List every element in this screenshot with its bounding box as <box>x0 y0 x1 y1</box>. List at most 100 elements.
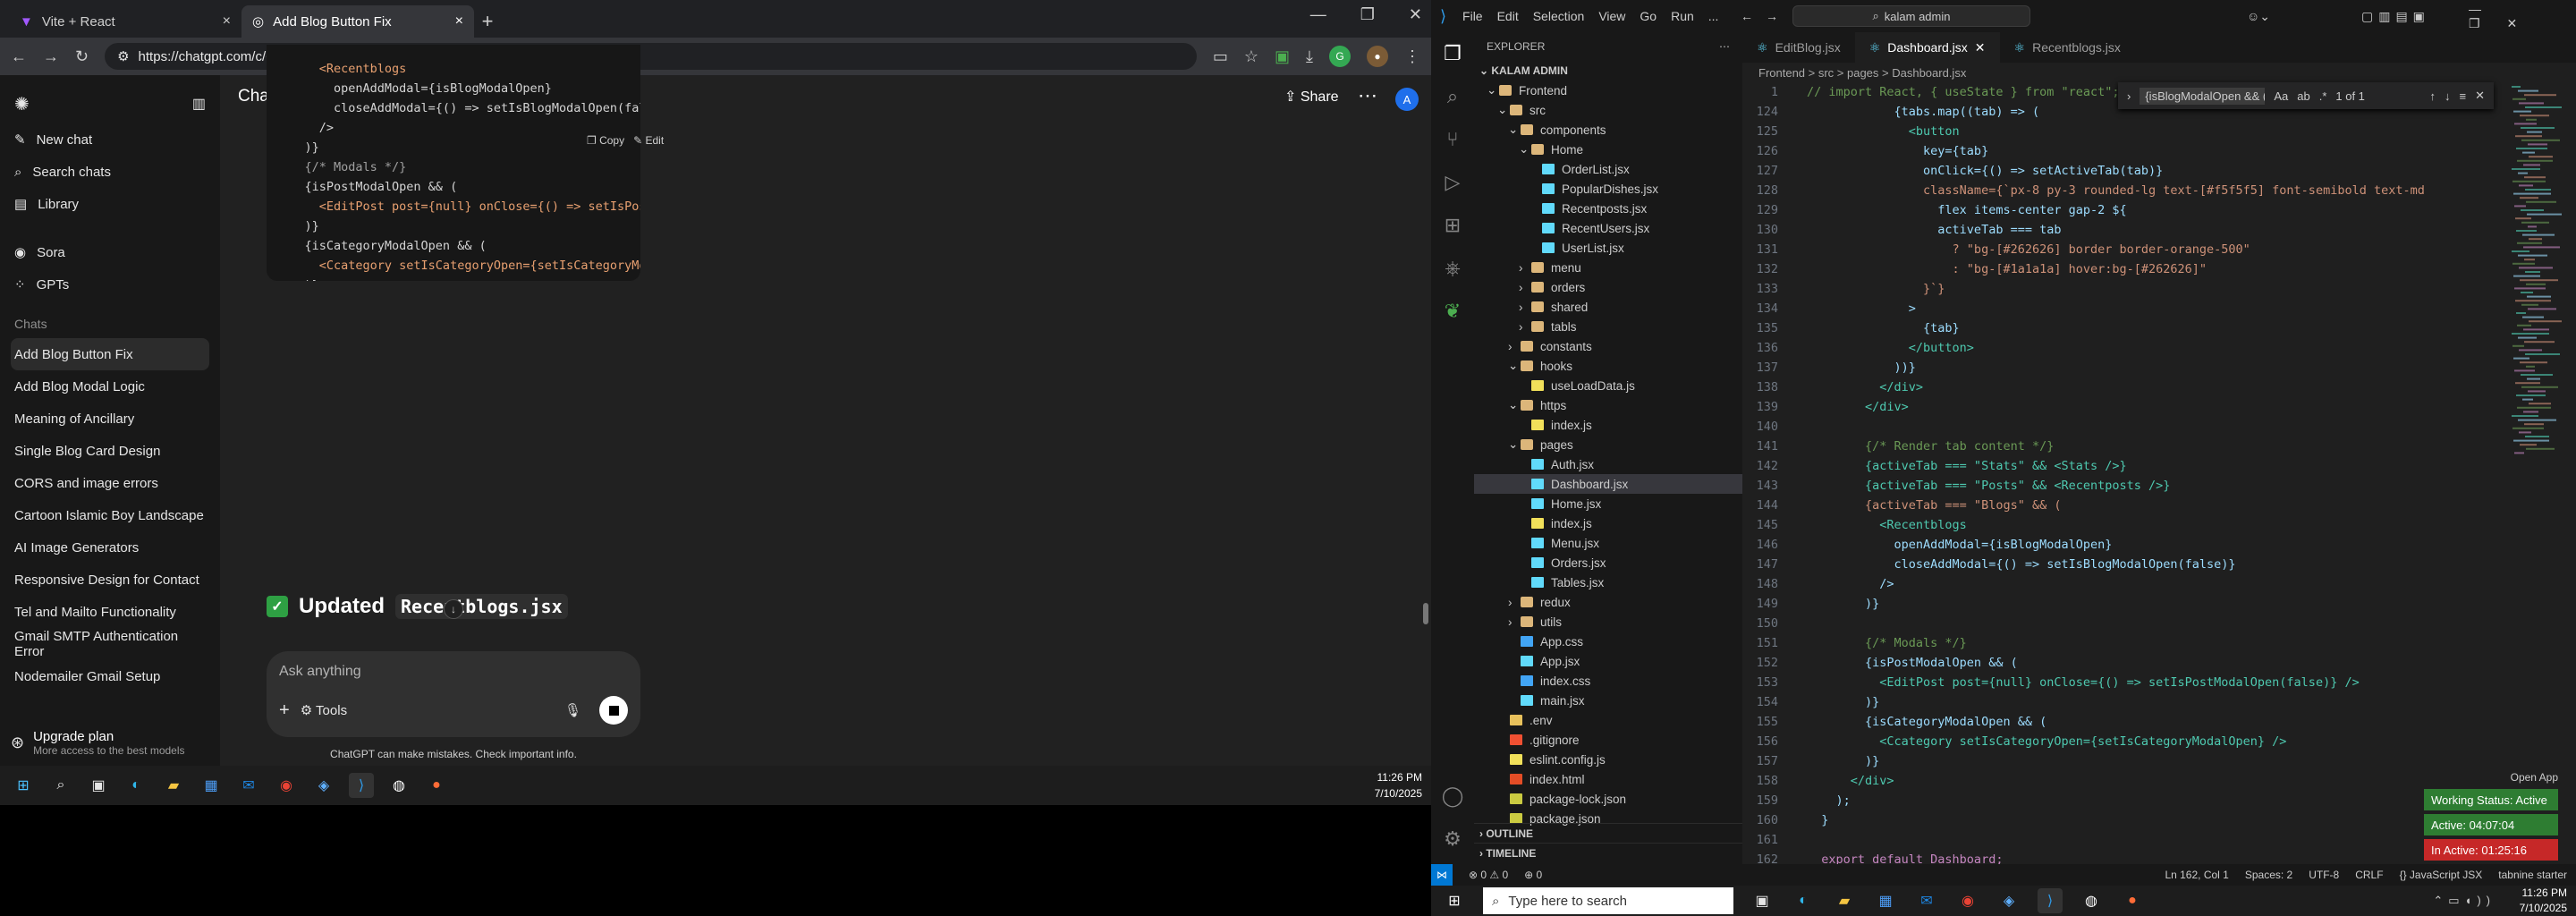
postman-icon[interactable]: ● <box>2120 888 2145 913</box>
scroll-down-button[interactable]: ↓ <box>444 599 463 619</box>
nav-back-icon[interactable]: ← <box>1741 9 1753 23</box>
tree-folder[interactable]: › menu <box>1474 258 1742 277</box>
chat-history-item[interactable]: AI Image Generators <box>11 531 209 564</box>
status-item[interactable]: {} JavaScript JSX <box>2400 869 2483 881</box>
sidebar-item-new-chat[interactable]: ✎ New chat <box>11 123 209 156</box>
back-icon[interactable]: ← <box>11 47 27 66</box>
close-tab-icon[interactable]: ✕ <box>1975 40 1986 55</box>
tree-file[interactable]: App.jsx <box>1474 651 1742 671</box>
account-avatar[interactable]: ● <box>1367 46 1388 67</box>
explorer-icon[interactable]: ❐ <box>1431 32 1474 75</box>
store-icon[interactable]: ▦ <box>1873 888 1898 913</box>
chat-history-item[interactable]: Nodemailer Gmail Setup <box>11 660 209 692</box>
menu-dots-icon[interactable]: ⋮ <box>1404 47 1420 66</box>
chat-history-item[interactable]: Gmail SMTP Authentication Error <box>11 628 209 660</box>
menu-item[interactable]: View <box>1598 9 1625 23</box>
status-item[interactable]: UTF-8 <box>2309 869 2339 881</box>
app-icon-2[interactable]: ◍ <box>2079 888 2104 913</box>
tree-file[interactable]: Menu.jsx <box>1474 533 1742 553</box>
timeline-section[interactable]: › TIMELINE <box>1474 843 1742 862</box>
copy-button[interactable]: ❐ Copy <box>587 134 624 147</box>
page-scrollbar[interactable] <box>1423 75 1428 766</box>
tree-folder[interactable]: › utils <box>1474 612 1742 632</box>
tree-file[interactable]: .env <box>1474 710 1742 730</box>
app-icon[interactable]: ◈ <box>1996 888 2021 913</box>
chevron-right-icon[interactable]: › <box>2127 89 2131 103</box>
app-icon[interactable]: ◈ <box>311 773 336 798</box>
remote-indicator[interactable]: ⋈ <box>1431 864 1453 886</box>
tree-file[interactable]: Recentposts.jsx <box>1474 199 1742 218</box>
menu-item[interactable]: Selection <box>1533 9 1585 23</box>
close-tab-icon[interactable]: × <box>223 13 231 30</box>
menu-item[interactable]: Run <box>1671 9 1694 23</box>
browser-tab-active[interactable]: ◎ Add Blog Button Fix × <box>242 5 474 38</box>
chat-history-item[interactable]: Add Blog Modal Logic <box>11 370 209 403</box>
editor-tab[interactable]: ⚛ EditBlog.jsx <box>1742 32 1855 63</box>
sidebar-item-gpts[interactable]: ⁘ GPTs <box>11 268 209 301</box>
account-icon[interactable]: ◯ <box>1431 775 1474 818</box>
minimap[interactable] <box>2508 82 2562 476</box>
status-item[interactable]: Ln 162, Col 1 <box>2165 869 2228 881</box>
maximize-icon[interactable]: ❐ <box>1360 5 1375 24</box>
clock[interactable]: 11:26 PM 7/10/2025 <box>2520 886 2567 916</box>
stop-button[interactable] <box>599 696 628 725</box>
tree-folder[interactable]: › tabls <box>1474 317 1742 336</box>
file-explorer-icon[interactable]: ▰ <box>1832 888 1857 913</box>
menu-item[interactable]: File <box>1462 9 1483 23</box>
regex-icon[interactable]: .* <box>2319 89 2327 103</box>
status-item[interactable]: CRLF <box>2355 869 2383 881</box>
edge-icon[interactable]: ◐ <box>1791 888 1816 913</box>
chat-history-item[interactable]: Single Blog Card Design <box>11 435 209 467</box>
status-item[interactable]: tabnine starter <box>2498 869 2567 881</box>
mongodb-icon[interactable]: ❦ <box>1431 290 1474 333</box>
sidebar-item-search[interactable]: ⌕ Search chats <box>11 156 209 188</box>
tools-button[interactable]: ⚙ Tools <box>301 702 347 718</box>
chat-history-item[interactable]: Cartoon Islamic Boy Landscape <box>11 499 209 531</box>
vscode-icon[interactable]: ⟩ <box>349 773 374 798</box>
microphone-icon[interactable]: 🎙 <box>564 702 581 718</box>
tree-file[interactable]: .gitignore <box>1474 730 1742 750</box>
next-match-icon[interactable]: ↓ <box>2445 89 2451 103</box>
composer-input[interactable]: Ask anything <box>279 664 628 680</box>
remote-icon[interactable]: ⎈ <box>1431 247 1474 290</box>
copilot-icon[interactable]: ☺⌄ <box>2247 9 2270 24</box>
close-tab-icon[interactable]: × <box>455 13 463 30</box>
tree-file[interactable]: PopularDishes.jsx <box>1474 179 1742 199</box>
previous-match-icon[interactable]: ↑ <box>2430 89 2436 103</box>
share-button[interactable]: ⇪ Share <box>1284 88 1339 106</box>
tray-icons[interactable]: ⌃▭◖)) <box>2433 894 2496 908</box>
settings-gear-icon[interactable]: ⚙ <box>1431 818 1474 861</box>
open-app-label[interactable]: Open App <box>2424 771 2558 784</box>
outlook-icon[interactable]: ✉ <box>236 773 261 798</box>
tree-folder[interactable]: › shared <box>1474 297 1742 317</box>
more-actions-icon[interactable]: ⋯ <box>1719 40 1730 53</box>
tree-folder[interactable]: › constants <box>1474 336 1742 356</box>
clock[interactable]: 11:26 PM 7/10/2025 <box>1375 769 1422 802</box>
task-view-icon[interactable]: ▣ <box>86 773 111 798</box>
chat-history-item[interactable]: Tel and Mailto Functionality <box>11 596 209 628</box>
new-tab-button[interactable]: + <box>474 5 501 38</box>
chat-history-item[interactable]: CORS and image errors <box>11 467 209 499</box>
tree-folder[interactable]: ⌄ Home <box>1474 140 1742 159</box>
tree-file[interactable]: eslint.config.js <box>1474 750 1742 769</box>
minimize-icon[interactable]: — <box>1310 5 1326 24</box>
whole-word-icon[interactable]: ab <box>2297 89 2309 103</box>
chat-history-item[interactable]: Add Blog Button Fix <box>11 338 209 370</box>
edit-button[interactable]: ✎ Edit <box>633 134 664 147</box>
browser-tab[interactable]: ▼ Vite + React × <box>9 5 242 38</box>
outline-section[interactable]: › OUTLINE <box>1474 823 1742 843</box>
problems-indicator[interactable]: ⊗ 0 ⚠ 0 <box>1469 869 1508 881</box>
ports-indicator[interactable]: ⊕ 0 <box>1524 869 1542 881</box>
tree-file[interactable]: Dashboard.jsx <box>1474 474 1742 494</box>
tree-file[interactable]: Orders.jsx <box>1474 553 1742 572</box>
nav-forward-icon[interactable]: → <box>1766 9 1778 23</box>
sidebar-item-sora[interactable]: ◉ Sora <box>11 236 209 268</box>
tree-folder[interactable]: › orders <box>1474 277 1742 297</box>
tree-file[interactable]: App.css <box>1474 632 1742 651</box>
outlook-icon[interactable]: ✉ <box>1914 888 1939 913</box>
composer[interactable]: Ask anything + ⚙ Tools 🎙 <box>267 651 640 737</box>
tree-file[interactable]: UserList.jsx <box>1474 238 1742 258</box>
find-in-selection-icon[interactable]: ≡ <box>2460 89 2467 103</box>
tree-folder[interactable]: ⌄ https <box>1474 395 1742 415</box>
menu-item[interactable]: Edit <box>1497 9 1519 23</box>
